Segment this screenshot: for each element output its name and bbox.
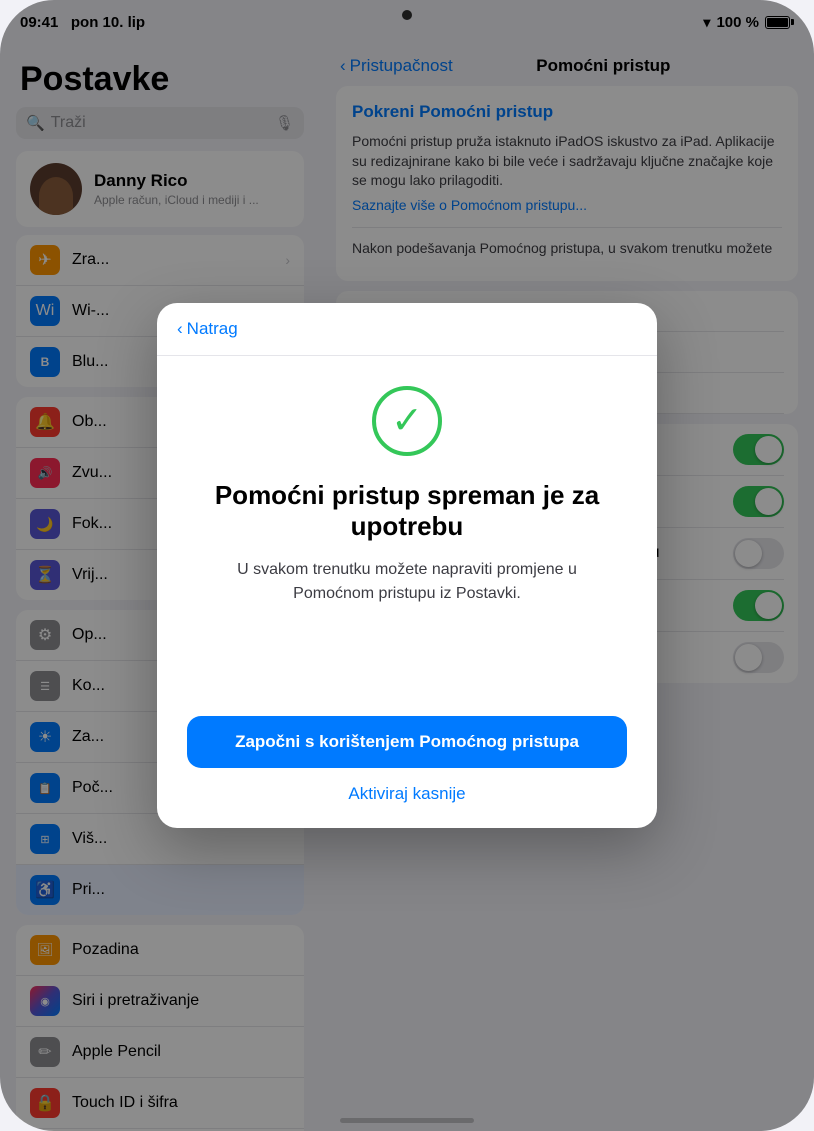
modal-body: ✓ Pomoćni pristup spreman je za upotrebu… — [157, 356, 657, 716]
modal-title: Pomoćni pristup spreman je za upotrebu — [197, 480, 617, 542]
modal-back-button[interactable]: ‹ Natrag — [177, 319, 238, 339]
camera-dot — [402, 10, 412, 20]
device-frame: 09:41 pon 10. lip ▾ 100 % Postavke 🔍 Tra… — [0, 0, 814, 1131]
modal-back-chevron: ‹ — [177, 319, 183, 339]
primary-action-button[interactable]: Započni s korištenjem Pomoćnog pristupa — [187, 716, 627, 768]
modal-description: U svakom trenutku možete napraviti promj… — [237, 558, 577, 606]
modal-overlay: ‹ Natrag ✓ Pomoćni pristup spreman je za… — [0, 0, 814, 1131]
success-icon-circle: ✓ — [372, 386, 442, 456]
home-indicator — [340, 1118, 474, 1123]
secondary-action-button[interactable]: Aktiviraj kasnije — [348, 784, 465, 804]
modal-back-label: Natrag — [187, 319, 238, 339]
modal-header: ‹ Natrag — [157, 303, 657, 356]
modal-footer: Započni s korištenjem Pomoćnog pristupa … — [157, 716, 657, 828]
modal-card: ‹ Natrag ✓ Pomoćni pristup spreman je za… — [157, 303, 657, 828]
checkmark-icon: ✓ — [391, 402, 423, 440]
